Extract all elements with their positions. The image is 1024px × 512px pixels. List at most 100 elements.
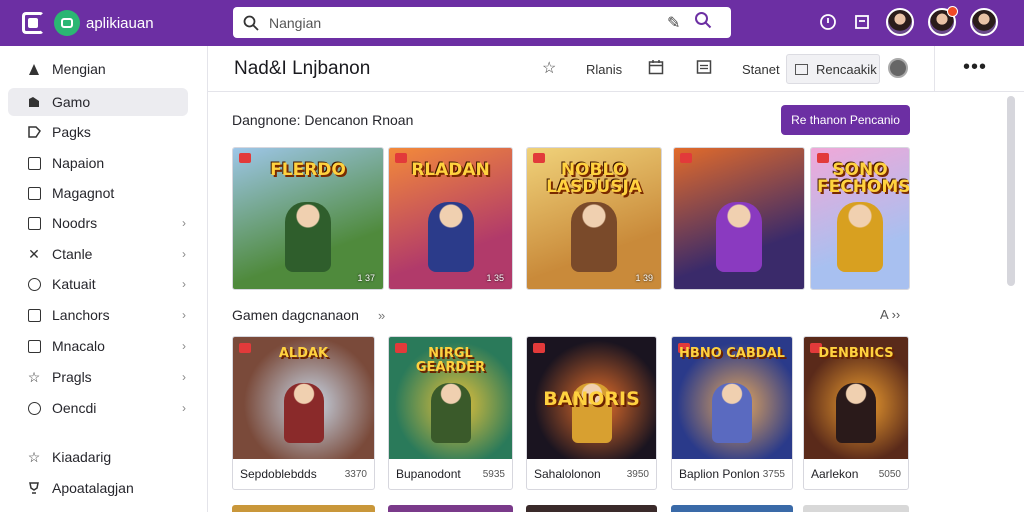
user-icon [26,61,42,77]
view-select[interactable]: Rencaakik [786,54,880,84]
sidebar-item-label: Kiaadarig [52,449,112,465]
game-card-title: Baplion Ponlon [679,467,760,481]
featured-game-tile[interactable]: RLADAN 1 35 [388,147,513,290]
sidebar-item-kiaadarig[interactable]: ☆ Kiaadarig [8,443,188,471]
sidebar-item-label: Lanchors [52,307,110,323]
chevron-right-icon: › [182,216,186,230]
box-icon [26,338,42,354]
sidebar-item-label: Oencdi [52,400,97,416]
view-select-value: Rencaakik [816,61,877,77]
sidebar-item-apoatalagjan[interactable]: Apoatalagjan [8,474,188,502]
sidebar-item-gamo[interactable]: Gamo [8,88,188,116]
circle-icon [26,400,42,416]
sidebar-item-noodrs[interactable]: Noodrs › [8,209,188,237]
game-logo-text: DENBNICS [818,346,894,361]
see-more-icon[interactable]: » [378,308,385,323]
sidebar-item-label: Gamo [52,94,91,110]
sidebar-item-lanchors[interactable]: Lanchors › [8,301,188,329]
game-card-title: Sepdoblebdds [240,467,317,481]
character-figure [285,201,331,272]
sidebar: Mengian Gamo Pagks Napaion Magagnot Nood… [0,46,208,512]
star-icon[interactable]: ☆ [542,58,556,78]
sidebar-item-napaion[interactable]: Napaion [8,149,188,177]
featured-game-tile[interactable]: FLERDO 1 37 [232,147,384,290]
sidebar-item-label: Ctanle [52,246,93,262]
sidebar-item-label: Mnacalo [52,338,105,354]
star-icon: ☆ [27,448,41,465]
game-cover-art: HBNO CABDAL [672,337,792,459]
notification-badge [947,6,958,17]
game-card-title: Aarlekon [811,467,859,481]
sidebar-item-pagks[interactable]: Pagks [8,118,188,146]
game-card[interactable]: BANORIS Sahalolonon 3950 [526,336,657,490]
globe-icon[interactable] [888,58,908,78]
trophy-icon [26,480,42,496]
page-title: Nad&I Lnjbanon [234,58,371,79]
sidebar-item-pragls[interactable]: ☆ Pragls › [8,363,188,391]
more-options-icon[interactable]: ••• [963,56,987,79]
sidebar-item-katuait[interactable]: Katuait › [8,270,188,298]
pencil-icon[interactable]: ✎ [667,13,680,33]
character-figure [571,201,617,272]
notification-avatar[interactable] [928,6,958,36]
list-icon[interactable] [696,59,712,80]
sidebar-item-oencdi[interactable]: Oencdi › [8,394,188,422]
scrollbar[interactable] [1007,96,1015,286]
popular-section-title: Gamen dagcnanaon [232,307,359,323]
chevron-right-icon: › [182,370,186,384]
chevron-right-icon: › [182,339,186,353]
cross-icon: ✕ [28,245,40,262]
game-logo-text: RLADAN [411,160,490,180]
featured-game-tile[interactable]: SONO FECHOMS [810,147,910,290]
chevron-right-icon: › [182,308,186,322]
carousel-nav-icon[interactable]: A ›› [880,307,900,322]
main-header: Nad&I Lnjbanon ☆ Rlanis Stanet Rencaakik… [208,46,1024,92]
sidebar-item-mengian[interactable]: Mengian [8,55,188,83]
game-meta: 1 37 [357,273,375,283]
featured-cta-button[interactable]: Re thanon Pencanio [781,105,910,135]
featured-game-tile[interactable] [673,147,805,290]
next-row-card [526,505,657,512]
window-icon[interactable] [852,12,872,32]
game-card[interactable]: DENBNICS Aarlekon 5050 [803,336,909,490]
game-card[interactable]: NIRGL GEARDER Bupanodont 5935 [388,336,513,490]
calendar-icon[interactable] [648,59,664,80]
sidebar-item-label: Pagks [52,124,91,140]
app-badge-icon [54,10,80,36]
tag-icon [26,124,42,140]
help-icon[interactable] [818,12,838,32]
box-icon [26,185,42,201]
game-cover-art: DENBNICS [804,337,908,459]
game-card-count: 5050 [878,469,901,480]
header-link-stanet[interactable]: Stanet [742,62,780,77]
game-cover-art: ALDAK [233,337,374,459]
game-card-count: 3370 [344,469,367,480]
app-logo-icon[interactable] [22,12,44,34]
box-icon [26,215,42,231]
top-actions [818,6,998,36]
sidebar-item-magagnot[interactable]: Magagnot [8,179,188,207]
game-logo-text: ALDAK [278,346,329,361]
game-card-title: Bupanodont [396,467,461,481]
game-logo-text: BANORIS [543,388,640,410]
header-link-rlanis[interactable]: Rlanis [586,62,622,77]
game-card[interactable]: HBNO CABDAL Baplion Ponlon 3755 [671,336,793,490]
next-row-card [803,505,909,512]
chevron-right-icon: › [182,401,186,415]
search-submit-icon[interactable] [694,11,712,34]
sidebar-item-label: Napaion [52,155,105,171]
badge-icon [680,153,692,163]
search-input[interactable] [269,14,649,31]
game-logo-text: SONO FECHOMS [817,160,910,197]
profile-avatar[interactable] [970,8,998,36]
user-avatar[interactable] [886,8,914,36]
featured-game-tile[interactable]: NOBLO LASDUSJA 1 39 [526,147,662,290]
game-logo-text: NOBLO LASDUSJA [546,160,642,197]
divider [934,46,935,92]
sidebar-item-mnacalo[interactable]: Mnacalo › [8,332,188,360]
next-row-card [671,505,793,512]
top-bar: aplikiauan ✎ [0,0,1024,46]
game-card[interactable]: ALDAK Sepdoblebdds 3370 [232,336,375,490]
sidebar-item-ctanle[interactable]: ✕ Ctanle › [8,240,188,268]
game-cover-art: NIRGL GEARDER [389,337,512,459]
